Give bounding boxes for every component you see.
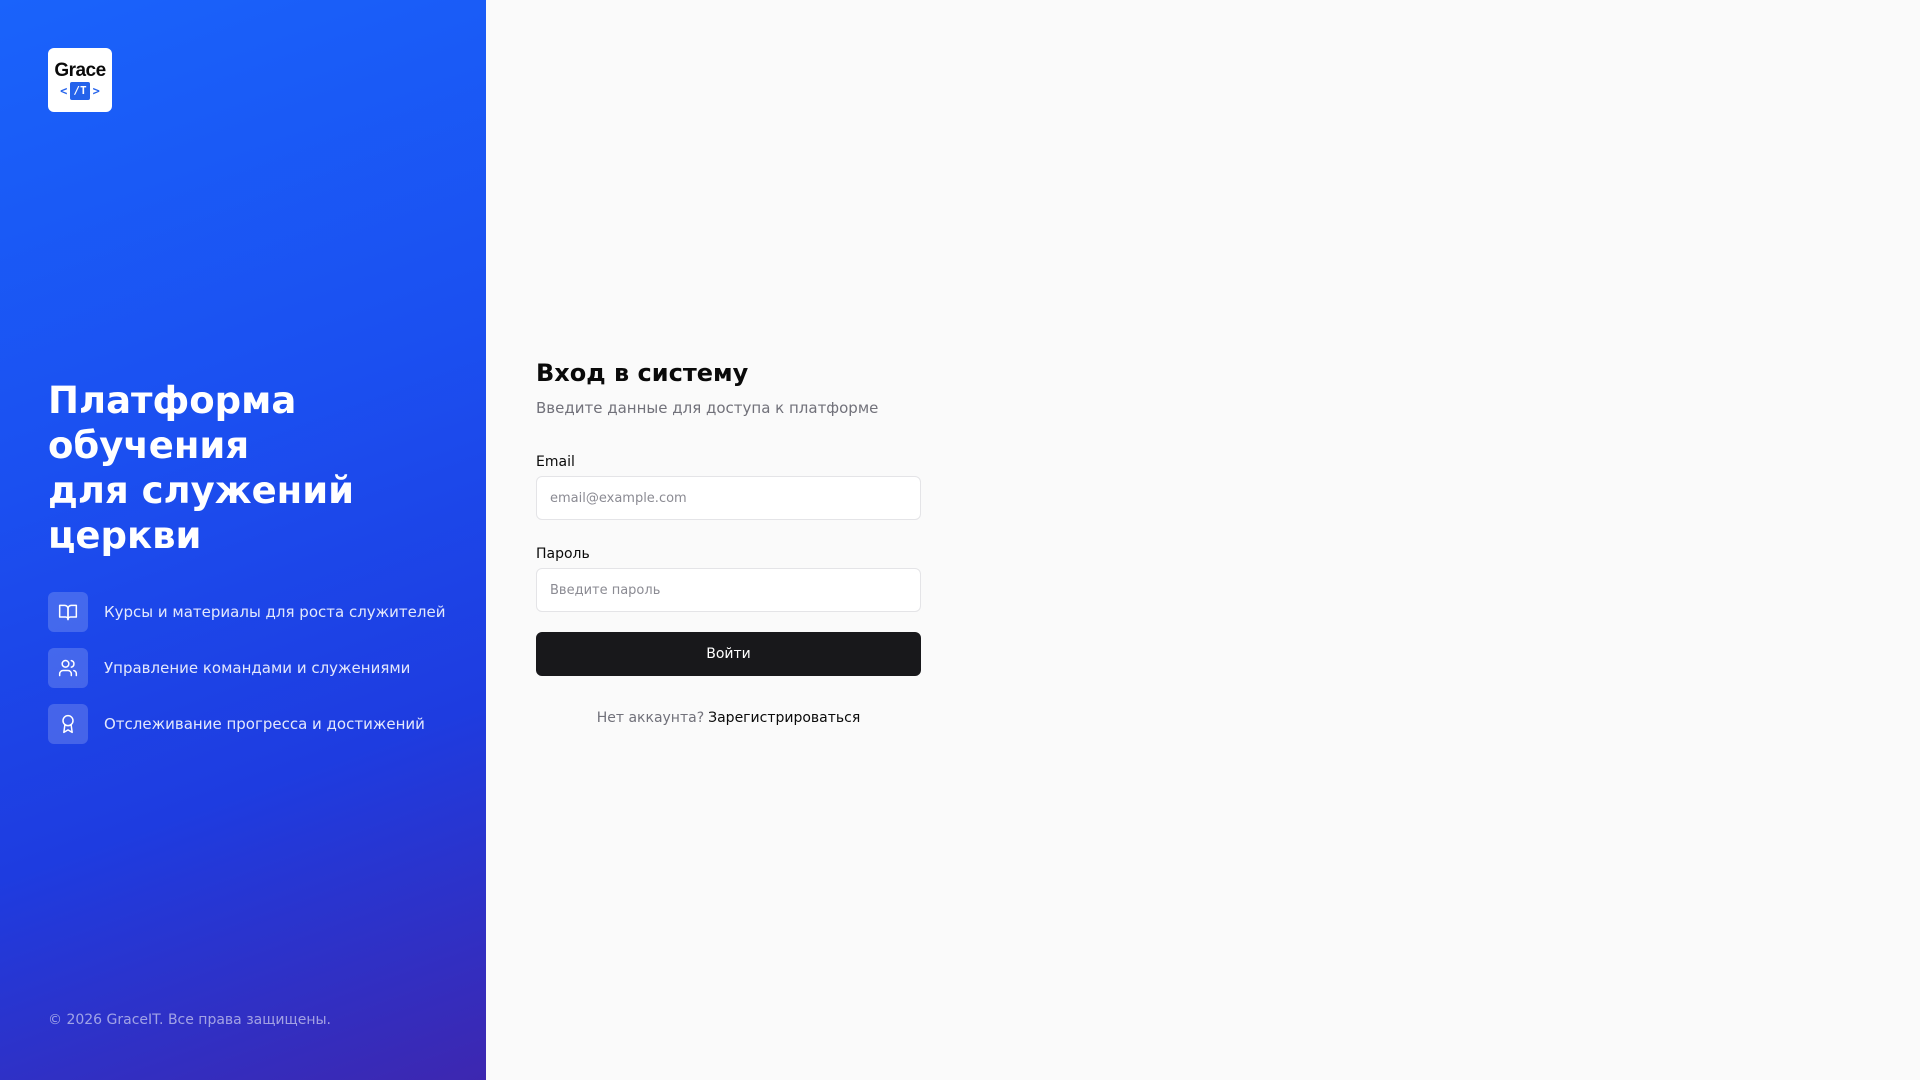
hero-title-line: для служений	[48, 469, 355, 512]
hero-title-line: обучения	[48, 424, 250, 467]
logo-wordmark: Grace	[54, 59, 106, 81]
feature-text: Управление командами и служениями	[104, 659, 411, 677]
logo-it-badge: /T	[70, 81, 90, 100]
email-field-group: Email	[536, 452, 921, 520]
login-form: Вход в систему Введите данные для доступ…	[536, 356, 921, 726]
graceit-logo: Grace < /T >	[48, 48, 112, 112]
password-field-group: Пароль	[536, 544, 921, 612]
feature-list: Курсы и материалы для роста служителей У…	[48, 592, 445, 760]
copyright-text: © 2026 GraceIT. Все права защищены.	[48, 1012, 331, 1028]
feature-text: Курсы и материалы для роста служителей	[104, 603, 446, 621]
brand-panel: Grace < /T > Платформа обучения для служ…	[0, 0, 486, 1080]
feature-text: Отслеживание прогресса и достижений	[104, 715, 425, 733]
award-icon	[48, 704, 88, 744]
feature-item-teams: Управление командами и служениями	[48, 648, 445, 688]
hero-title-line: церкви	[48, 514, 202, 557]
no-account-text: Нет аккаунта?	[596, 710, 705, 726]
feature-item-progress: Отслеживание прогресса и достижений	[48, 704, 445, 744]
email-input[interactable]	[536, 476, 921, 520]
password-label: Пароль	[536, 546, 590, 562]
logo-bracket-right: >	[92, 83, 100, 98]
email-label: Email	[536, 454, 575, 470]
login-title: Вход в систему	[536, 359, 749, 387]
logo-bracket-left: <	[60, 83, 68, 98]
login-subtitle: Введите данные для доступа к платформе	[536, 399, 879, 417]
logo-code-mark: < /T >	[60, 81, 100, 100]
feature-item-courses: Курсы и материалы для роста служителей	[48, 592, 445, 632]
hero-title: Платформа обучения для служений церкви	[48, 378, 468, 558]
book-open-icon	[48, 592, 88, 632]
register-link[interactable]: Зарегистрироваться	[708, 710, 860, 726]
users-icon	[48, 648, 88, 688]
password-input[interactable]	[536, 568, 921, 612]
signup-prompt: Нет аккаунта? Зарегистрироваться	[536, 710, 921, 726]
login-submit-button[interactable]: Войти	[536, 632, 921, 676]
hero-title-line: Платформа	[48, 379, 297, 422]
